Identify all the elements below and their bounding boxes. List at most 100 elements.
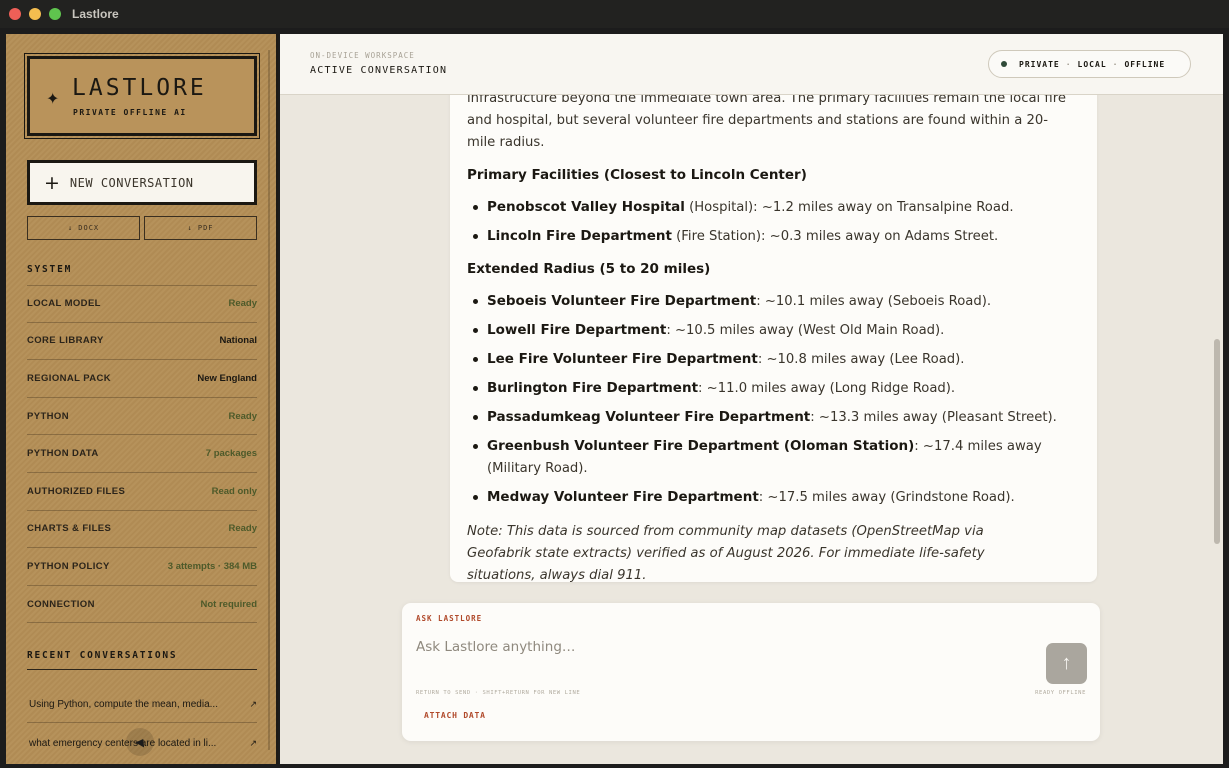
facility-list-extended: Seboeis Volunteer Fire Department: ~10.1…	[467, 290, 1067, 509]
system-value: National	[219, 335, 257, 347]
attach-data-button[interactable]: ATTACH DATA	[424, 711, 486, 720]
facility-name: Lee Fire Volunteer Fire Department	[487, 351, 758, 367]
status-separator: ·	[1112, 59, 1119, 69]
open-arrow-icon: ↗	[249, 699, 257, 709]
list-item: Greenbush Volunteer Fire Department (Olo…	[467, 435, 1067, 480]
system-key: PYTHON DATA	[27, 448, 99, 460]
logo-title: LASTLORE	[72, 75, 207, 101]
facility-name: Penobscot Valley Hospital	[487, 199, 685, 215]
recent-conversation-item[interactable]: Using Python, compute the mean, media...…	[27, 687, 257, 723]
facility-name: Greenbush Volunteer Fire Department (Olo…	[487, 438, 915, 454]
facility-detail: : ~10.1 miles away (Seboeis Road).	[756, 294, 992, 309]
list-item: Medway Volunteer Fire Department: ~17.5 …	[467, 486, 1067, 509]
system-row-python: PYTHON Ready	[27, 398, 257, 436]
facility-detail: : ~13.3 miles away (Pleasant Street).	[810, 410, 1057, 425]
workspace-header: ON-DEVICE WORKSPACE ACTIVE CONVERSATION …	[280, 34, 1223, 95]
assistant-message: infrastructure beyond the immediate town…	[450, 74, 1097, 583]
facility-list-primary: Penobscot Valley Hospital (Hospital): ~1…	[467, 196, 1067, 248]
list-item: Lee Fire Volunteer Fire Department: ~10.…	[467, 348, 1067, 371]
system-key: REGIONAL PACK	[27, 372, 112, 384]
minimize-window-button[interactable]	[29, 8, 41, 20]
sidebar: ✦ LASTLORE PRIVATE OFFLINE AI + NEW CONV…	[6, 34, 278, 764]
status-private: PRIVATE	[1019, 59, 1060, 69]
system-row-python-data: PYTHON DATA 7 packages	[27, 435, 257, 473]
workspace-eyebrow: ON-DEVICE WORKSPACE	[310, 51, 415, 60]
status-dot-icon	[1001, 61, 1007, 67]
new-conversation-label: NEW CONVERSATION	[69, 175, 194, 190]
system-row-python-policy: PYTHON POLICY 3 attempts · 384 MB	[27, 548, 257, 586]
source-note: Note: This data is sourced from communit…	[467, 524, 985, 583]
system-value: Ready	[228, 523, 257, 535]
composer: ASK LASTLORE ↑ RETURN TO SEND · SHIFT+RE…	[402, 603, 1100, 741]
system-row-core-library: CORE LIBRARY National	[27, 323, 257, 361]
system-row-authorized-files: AUTHORIZED FILES Read only	[27, 473, 257, 511]
facility-detail: : ~10.5 miles away (West Old Main Road).	[666, 323, 945, 338]
system-value: 3 attempts · 384 MB	[167, 560, 257, 572]
system-key: LOCAL MODEL	[27, 298, 101, 310]
ask-input[interactable]	[416, 635, 1016, 659]
facility-name: Medway Volunteer Fire Department	[487, 489, 759, 505]
main-scrollbar[interactable]	[1214, 339, 1220, 544]
composer-hint: RETURN TO SEND · SHIFT+RETURN FOR NEW LI…	[416, 690, 581, 696]
logo: ✦ LASTLORE PRIVATE OFFLINE AI	[24, 53, 260, 139]
facility-name: Passadumkeag Volunteer Fire Department	[487, 409, 811, 425]
list-item: Passadumkeag Volunteer Fire Department: …	[467, 406, 1067, 429]
zoom-window-button[interactable]	[49, 8, 61, 20]
window-title: Lastlore	[72, 7, 119, 21]
plus-icon: +	[44, 171, 60, 194]
system-key: CHARTS & FILES	[27, 523, 112, 535]
composer-status: READY OFFLINE	[1035, 690, 1086, 696]
facility-detail: : ~17.5 miles away (Grindstone Road).	[758, 490, 1015, 505]
system-value: Read only	[211, 485, 257, 497]
new-conversation-button[interactable]: + NEW CONVERSATION	[27, 160, 257, 205]
status-badge: PRIVATE · LOCAL · OFFLINE	[988, 50, 1191, 78]
list-item: Burlington Fire Department: ~11.0 miles …	[467, 377, 1067, 400]
arrow-up-icon: ↑	[1061, 652, 1072, 674]
message-intro: infrastructure beyond the immediate town…	[467, 91, 1066, 150]
export-docx-button[interactable]: ↓ DOCX	[27, 216, 140, 240]
system-key: AUTHORIZED FILES	[27, 485, 126, 497]
system-row-local-model: LOCAL MODEL Ready	[27, 285, 257, 323]
system-value: Not required	[200, 598, 257, 610]
section-heading-extended: Extended Radius (5 to 20 miles)	[467, 261, 711, 277]
main-panel: infrastructure beyond the immediate town…	[280, 34, 1223, 764]
system-row-charts-files: CHARTS & FILES Ready	[27, 511, 257, 549]
facility-name: Burlington Fire Department	[487, 380, 699, 396]
recent-conversation-title: Using Python, compute the mean, media...	[29, 699, 218, 710]
export-pdf-button[interactable]: ↓ PDF	[144, 216, 257, 240]
status-local: LOCAL	[1077, 59, 1107, 69]
status-offline: OFFLINE	[1124, 59, 1166, 69]
facility-name: Seboeis Volunteer Fire Department	[487, 293, 757, 309]
system-status-list: LOCAL MODEL Ready CORE LIBRARY National …	[27, 285, 257, 624]
system-heading: SYSTEM	[27, 264, 73, 275]
system-key: PYTHON	[27, 410, 69, 422]
status-separator: ·	[1065, 59, 1072, 69]
system-value: Ready	[228, 298, 257, 310]
system-value: Ready	[228, 410, 257, 422]
system-value: New England	[197, 372, 257, 384]
send-button[interactable]: ↑	[1046, 643, 1087, 684]
message-body: infrastructure beyond the immediate town…	[467, 88, 1067, 587]
logo-subtitle: PRIVATE OFFLINE AI	[73, 108, 187, 117]
sidebar-scrollbar[interactable]	[268, 50, 270, 750]
page-title: ACTIVE CONVERSATION	[310, 65, 448, 76]
sparkle-icon: ✦	[46, 91, 60, 108]
system-row-connection: CONNECTION Not required	[27, 586, 257, 624]
composer-label: ASK LASTLORE	[416, 614, 483, 623]
system-row-regional-pack: REGIONAL PACK New England	[27, 360, 257, 398]
facility-name: Lincoln Fire Department	[487, 228, 672, 244]
facility-detail: (Fire Station): ~0.3 miles away on Adams…	[671, 229, 999, 244]
divider	[27, 669, 257, 670]
system-key: PYTHON POLICY	[27, 560, 110, 572]
close-window-button[interactable]	[9, 8, 21, 20]
list-item: Lincoln Fire Department (Fire Station): …	[467, 225, 1067, 248]
list-item: Lowell Fire Department: ~10.5 miles away…	[467, 319, 1067, 342]
system-value: 7 packages	[205, 448, 257, 460]
section-heading-primary: Primary Facilities (Closest to Lincoln C…	[467, 167, 807, 183]
system-key: CORE LIBRARY	[27, 335, 104, 347]
facility-detail: : ~11.0 miles away (Long Ridge Road).	[698, 381, 956, 396]
facility-name: Lowell Fire Department	[487, 322, 667, 338]
system-key: CONNECTION	[27, 598, 95, 610]
facility-detail: (Hospital): ~1.2 miles away on Transalpi…	[684, 200, 1014, 215]
facility-detail: : ~10.8 miles away (Lee Road).	[757, 352, 965, 367]
